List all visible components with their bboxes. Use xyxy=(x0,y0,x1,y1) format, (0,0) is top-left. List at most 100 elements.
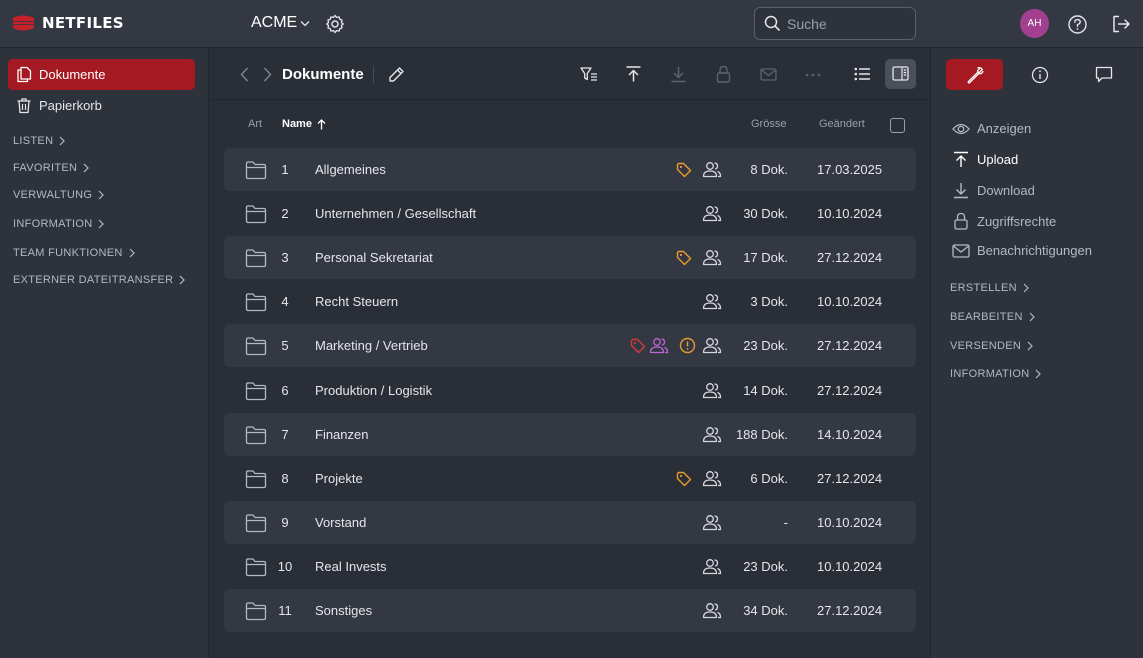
panel-section-versenden[interactable]: VERSENDEN xyxy=(950,340,1034,352)
folder-name[interactable]: Produktion / Logistik xyxy=(315,383,432,398)
table-row[interactable]: 4 Recht Steuern 3 Dok. 10.10.2024 xyxy=(224,280,916,323)
table-row[interactable]: 8 Projekte 6 Dok. 27.12.2024 xyxy=(224,457,916,500)
sidebar-section-team-funktionen[interactable]: TEAM FUNKTIONEN xyxy=(13,247,135,259)
sidebar-section-information[interactable]: INFORMATION xyxy=(13,218,105,230)
column-header-art[interactable]: Art xyxy=(248,118,262,130)
sidebar-section-verwaltung[interactable]: VERWALTUNG xyxy=(13,189,105,201)
sidebar-section-listen[interactable]: LISTEN xyxy=(13,135,66,147)
upload-button[interactable] xyxy=(625,65,642,83)
search-input[interactable] xyxy=(787,15,907,32)
folder-icon-wrap xyxy=(245,513,267,533)
gear-icon xyxy=(326,14,344,34)
folder-icon xyxy=(245,161,267,180)
panel-section-bearbeiten[interactable]: BEARBEITEN xyxy=(950,311,1035,323)
folder-date: 27.12.2024 xyxy=(817,338,883,353)
side-panel-toggle[interactable] xyxy=(885,59,916,89)
shared-group-marker[interactable] xyxy=(702,382,722,399)
download-button xyxy=(670,65,687,83)
tab-comments[interactable] xyxy=(1075,59,1132,90)
panel-section-erstellen[interactable]: ERSTELLEN xyxy=(950,282,1029,294)
shared-group-marker[interactable] xyxy=(702,514,722,531)
action-benachrichtigungen: Benachrichtigungen xyxy=(952,243,1092,258)
alert-tag-marker[interactable] xyxy=(630,338,646,354)
action-download: Download xyxy=(952,182,1035,199)
folder-name[interactable]: Allgemeines xyxy=(315,162,386,177)
folder-size: 6 Dok. xyxy=(750,471,788,486)
folder-date: 27.12.2024 xyxy=(817,471,883,486)
folder-name[interactable]: Real Invests xyxy=(315,559,387,574)
folder-icon xyxy=(245,293,267,312)
workspace-selector[interactable]: ACME xyxy=(251,14,310,32)
shared-group-marker[interactable] xyxy=(702,558,722,575)
help-button[interactable] xyxy=(1067,14,1088,35)
folder-name[interactable]: Finanzen xyxy=(315,427,368,442)
group-icon xyxy=(702,603,722,619)
search-box[interactable] xyxy=(754,7,916,40)
forward-button[interactable] xyxy=(263,67,272,82)
back-button[interactable] xyxy=(240,67,249,82)
tab-info[interactable] xyxy=(1011,59,1068,90)
tag-marker[interactable] xyxy=(676,471,692,487)
column-header-changed[interactable]: Geändert xyxy=(819,118,865,130)
sidebar-section-favoriten[interactable]: FAVORITEN xyxy=(13,162,90,174)
folder-name[interactable]: Recht Steuern xyxy=(315,294,398,309)
netfiles-logo[interactable]: NETFILES xyxy=(10,14,124,32)
sidebar-item-label: Dokumente xyxy=(39,67,106,82)
sidebar-item-papierkorb[interactable]: Papierkorb xyxy=(8,90,195,121)
shared-group-marker[interactable] xyxy=(702,470,722,487)
user-avatar[interactable]: AH xyxy=(1020,9,1049,38)
shared-group-marker[interactable] xyxy=(702,249,722,266)
table-row[interactable]: 10 Real Invests 23 Dok. 10.10.2024 xyxy=(224,545,916,588)
side-panel-icon xyxy=(892,66,909,81)
table-row[interactable]: 1 Allgemeines 8 Dok. 17.03.2025 xyxy=(224,148,916,191)
column-header-name[interactable]: Name xyxy=(282,118,326,130)
logo-text: NETFILES xyxy=(42,14,124,32)
folder-name[interactable]: Vorstand xyxy=(315,515,366,530)
list-view-button[interactable] xyxy=(854,67,871,81)
tag-marker[interactable] xyxy=(676,250,692,266)
section-label: VERWALTUNG xyxy=(13,189,93,201)
sidebar-section-externer-dateitransfer[interactable]: EXTERNER DATEITRANSFER xyxy=(13,274,186,286)
folder-date: 10.10.2024 xyxy=(817,294,883,309)
special-group-marker[interactable] xyxy=(649,337,669,354)
filter-button[interactable] xyxy=(580,66,598,82)
table-row[interactable]: 3 Personal Sekretariat 17 Dok. 27.12.2024 xyxy=(224,236,916,279)
shared-group-marker[interactable] xyxy=(702,426,722,443)
folder-name[interactable]: Marketing / Vertrieb xyxy=(315,338,428,353)
folder-name[interactable]: Personal Sekretariat xyxy=(315,250,433,265)
table-row[interactable]: 9 Vorstand - 10.10.2024 xyxy=(224,501,916,544)
table-row[interactable]: 6 Produktion / Logistik 14 Dok. 27.12.2024 xyxy=(224,369,916,412)
logout-button[interactable] xyxy=(1111,14,1131,34)
tab-tools[interactable] xyxy=(946,59,1003,90)
shared-group-marker[interactable] xyxy=(702,337,722,354)
rename-button[interactable] xyxy=(388,66,405,83)
warning-marker[interactable] xyxy=(679,337,696,354)
settings-button[interactable] xyxy=(325,14,345,34)
shared-group-marker[interactable] xyxy=(702,293,722,310)
shared-group-marker[interactable] xyxy=(702,161,722,178)
chevron-right-icon xyxy=(98,190,105,200)
panel-section-information[interactable]: INFORMATION xyxy=(950,368,1042,380)
action-label: Anzeigen xyxy=(977,121,1032,136)
chevron-right-icon xyxy=(59,136,66,146)
shared-group-marker[interactable] xyxy=(702,602,722,619)
action-upload[interactable]: Upload xyxy=(952,151,1018,168)
table-row[interactable]: 5 Marketing / Vertrieb 23 Dok. 27.12.2024 xyxy=(224,324,916,367)
folder-date: 27.12.2024 xyxy=(817,250,883,265)
column-header-size[interactable]: Grösse xyxy=(751,118,786,130)
folder-date: 10.10.2024 xyxy=(817,206,883,221)
folder-icon-wrap xyxy=(245,248,267,268)
folder-name[interactable]: Unternehmen / Gesellschaft xyxy=(315,206,476,221)
info-icon xyxy=(1031,66,1048,83)
table-row[interactable]: 11 Sonstiges 34 Dok. 27.12.2024 xyxy=(224,589,916,632)
chevron-right-icon xyxy=(1029,312,1035,322)
table-row[interactable]: 7 Finanzen 188 Dok. 14.10.2024 xyxy=(224,413,916,456)
tag-marker[interactable] xyxy=(676,162,692,178)
table-row[interactable]: 2 Unternehmen / Gesellschaft 30 Dok. 10.10.… xyxy=(224,192,916,235)
folder-name[interactable]: Sonstiges xyxy=(315,603,372,618)
shared-group-marker[interactable] xyxy=(702,205,722,222)
folder-name[interactable]: Projekte xyxy=(315,471,363,486)
sidebar-item-dokumente[interactable]: Dokumente xyxy=(8,59,195,90)
folder-icon-wrap xyxy=(245,160,267,180)
select-all-checkbox[interactable] xyxy=(890,118,905,133)
